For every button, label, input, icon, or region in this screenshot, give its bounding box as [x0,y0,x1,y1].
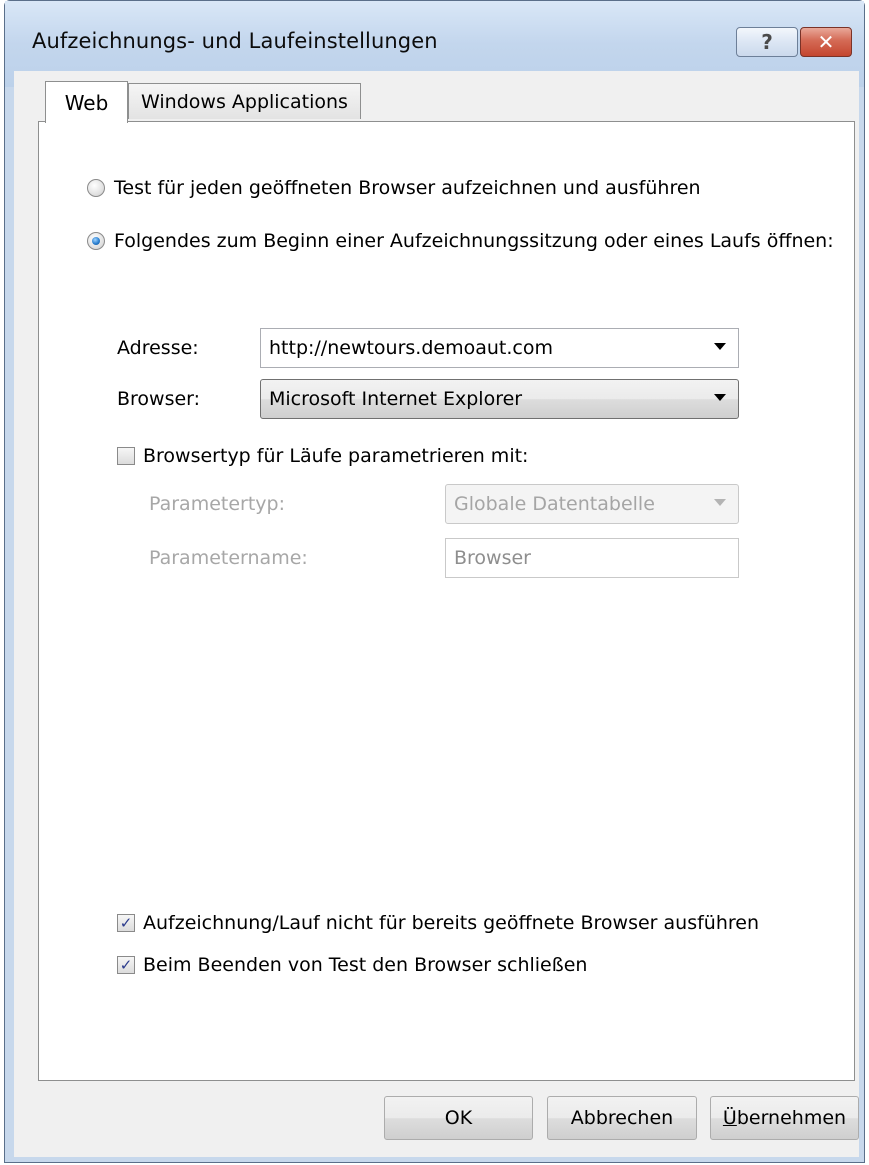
close-browser-on-end-checkbox[interactable]: ✓ [117,956,135,974]
apply-button-mnemonic: Ü [722,1107,737,1129]
tab-web-label: Web [64,90,109,115]
param-name-value: Browser [454,547,531,569]
tab-web[interactable]: Web [45,81,128,123]
close-icon: ✕ [817,30,835,54]
address-value: http://newtours.demoaut.com [269,337,553,359]
dialog-window: Aufzeichnungs- und Laufeinstellungen ? ✕… [4,0,865,1163]
browser-value: Microsoft Internet Explorer [269,388,523,410]
no-record-open-browsers-checkbox[interactable]: ✓ [117,914,135,932]
radio-any-browser-row[interactable]: Test für jeden geöffneten Browser aufzei… [87,177,701,199]
parametrize-checkbox[interactable] [117,447,135,465]
web-tab-panel: Test für jeden geöffneten Browser aufzei… [38,121,855,1081]
radio-open-at-start-row[interactable]: Folgendes zum Beginn einer Aufzeichnungs… [87,230,834,252]
apply-button-label-rest: bernehmen [736,1107,847,1129]
param-name-label: Parametername: [149,547,308,569]
parametrize-row[interactable]: Browsertyp für Läufe parametrieren mit: [117,445,529,467]
address-label-row: Adresse: [117,336,199,360]
checkmark-icon: ✓ [119,955,133,974]
param-type-value: Globale Datentabelle [454,493,655,515]
close-browser-on-end-row[interactable]: ✓ Beim Beenden von Test den Browser schl… [117,954,587,976]
no-record-open-browsers-row[interactable]: ✓ Aufzeichnung/Lauf nicht für bereits ge… [117,912,759,934]
param-type-label: Parametertyp: [149,493,286,515]
parametrize-label: Browsertyp für Läufe parametrieren mit: [143,445,529,467]
help-button[interactable]: ? [736,27,798,57]
param-type-dropdown-arrow-icon [714,499,726,506]
apply-button-label: Übernehmen [723,1107,846,1129]
browser-label: Browser: [117,388,201,410]
cancel-button-label: Abbrechen [570,1107,674,1129]
param-name-input[interactable]: Browser [445,538,739,578]
browser-select[interactable]: Microsoft Internet Explorer [260,379,739,419]
close-button[interactable]: ✕ [800,27,852,57]
address-dropdown-arrow-icon[interactable] [714,343,726,350]
radio-open-at-start-label: Folgendes zum Beginn einer Aufzeichnungs… [114,230,834,252]
address-combobox[interactable]: http://newtours.demoaut.com [260,328,739,368]
apply-button[interactable]: Übernehmen [710,1096,859,1140]
no-record-open-browsers-label: Aufzeichnung/Lauf nicht für bereits geöf… [143,912,760,934]
dialog-client-area: Web Windows Applications Test für jeden … [14,71,859,1157]
ok-button[interactable]: OK [384,1096,533,1140]
tab-windows-applications-label: Windows Applications [141,90,348,113]
radio-any-browser-label: Test für jeden geöffneten Browser aufzei… [114,177,701,199]
browser-dropdown-arrow-icon[interactable] [714,394,726,401]
param-name-label-row: Parametername: [149,546,308,570]
radio-any-browser[interactable] [87,179,105,197]
param-type-select[interactable]: Globale Datentabelle [445,484,739,524]
question-mark-icon: ? [761,30,773,54]
address-label: Adresse: [117,337,199,359]
browser-label-row: Browser: [117,387,200,411]
checkmark-icon: ✓ [119,913,133,932]
ok-button-label: OK [444,1107,473,1129]
cancel-button[interactable]: Abbrechen [547,1096,697,1140]
close-browser-on-end-label: Beim Beenden von Test den Browser schlie… [143,954,588,976]
tab-windows-applications[interactable]: Windows Applications [128,83,361,119]
dialog-title: Aufzeichnungs- und Laufeinstellungen [32,29,438,53]
param-type-label-row: Parametertyp: [149,492,285,516]
radio-open-at-start[interactable] [87,232,105,250]
